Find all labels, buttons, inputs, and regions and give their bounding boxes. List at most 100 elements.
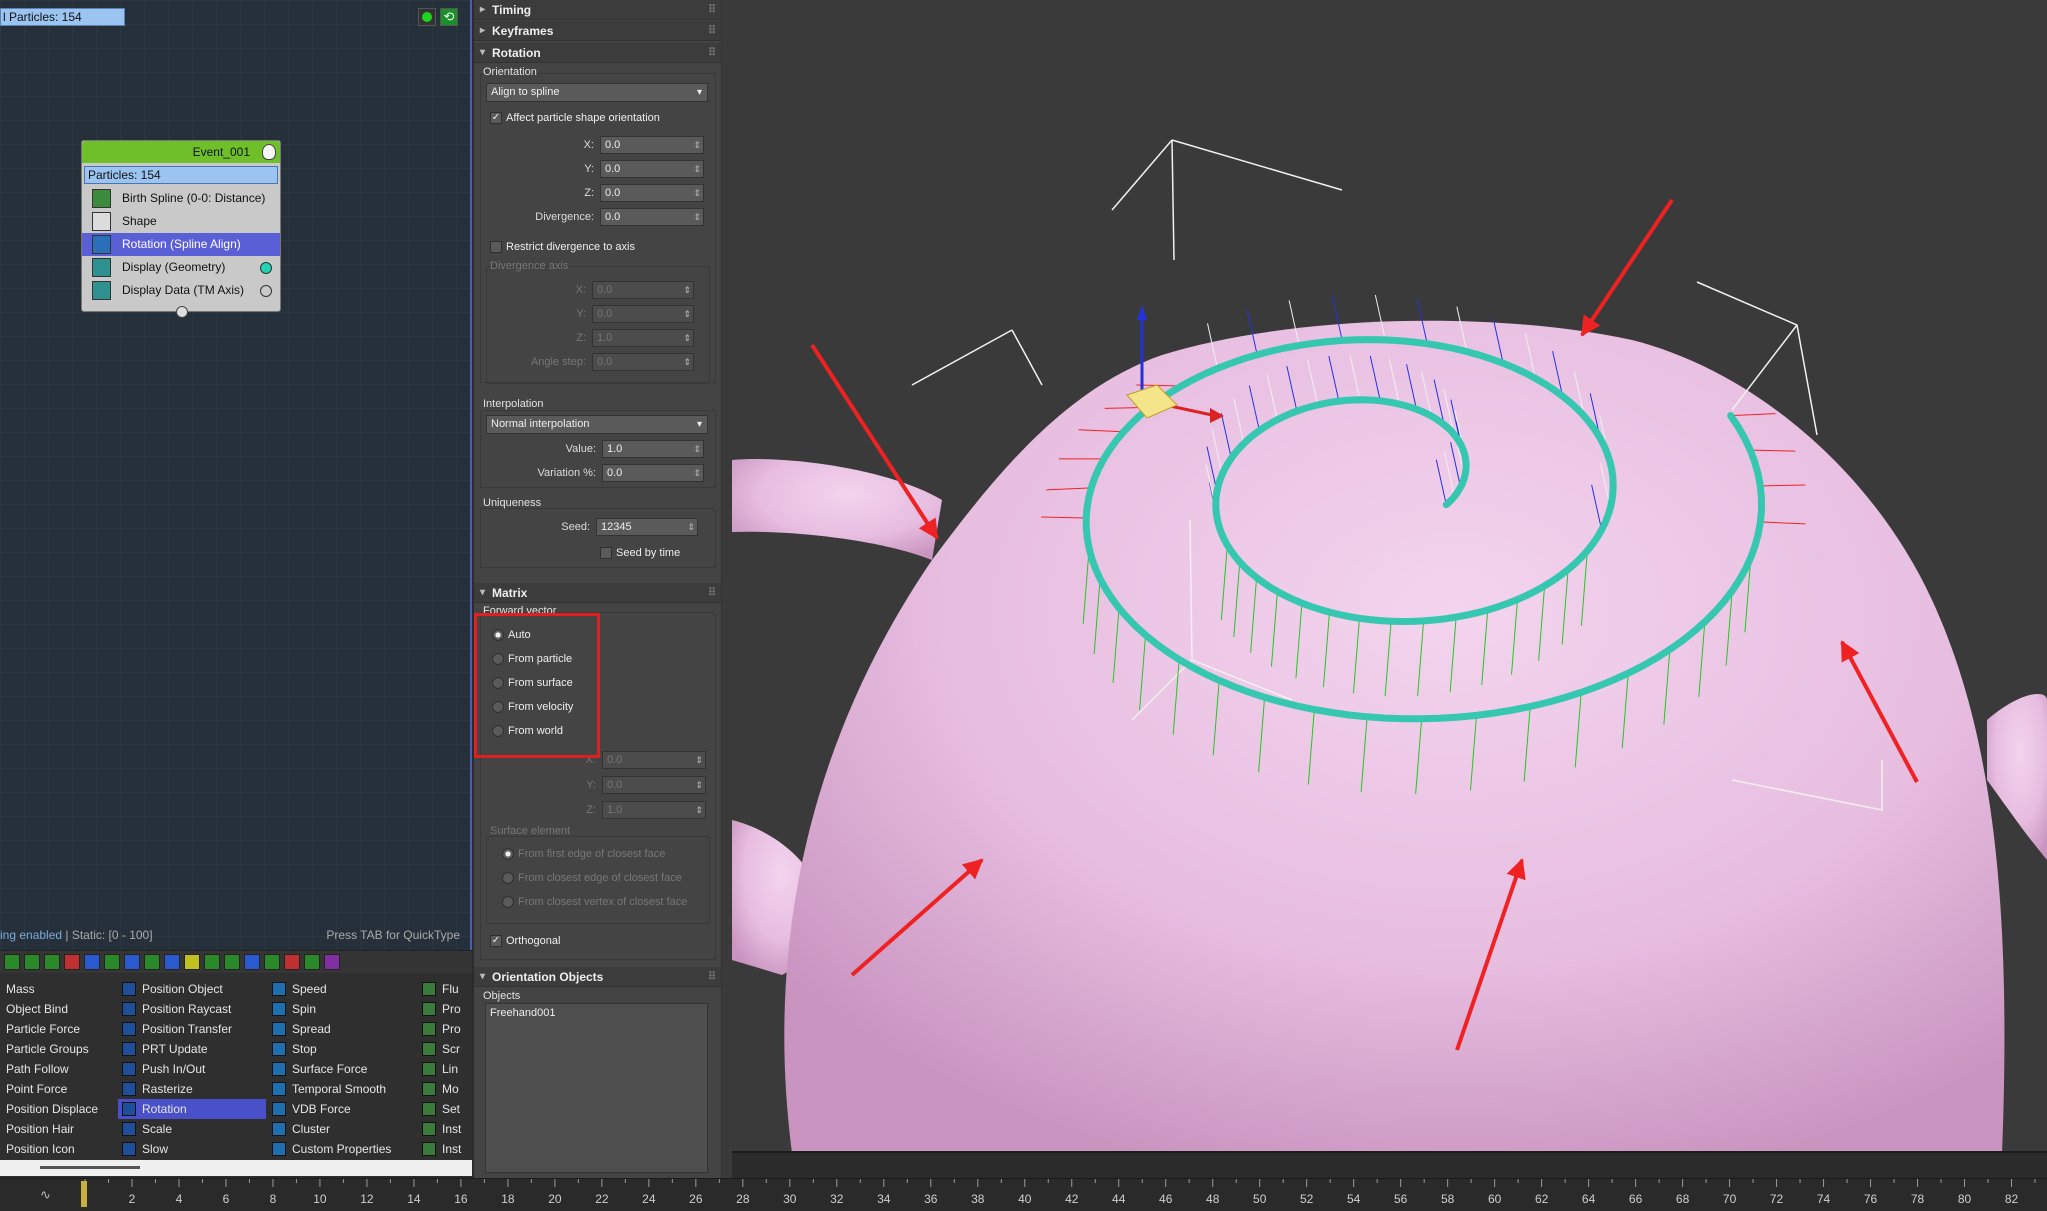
- orthogonal-checkbox[interactable]: Orthogonal: [490, 934, 560, 948]
- depot-item[interactable]: Point Force: [0, 1079, 115, 1099]
- restrict-divergence-checkbox[interactable]: Restrict divergence to axis: [490, 240, 635, 254]
- depot-item[interactable]: Position Hair: [0, 1119, 115, 1139]
- depot-item[interactable]: Pro: [418, 1019, 472, 1039]
- depot-item[interactable]: Mo: [418, 1079, 472, 1099]
- z-spinner[interactable]: 0.0: [600, 184, 704, 202]
- angle-step-spinner[interactable]: 0.0: [592, 353, 694, 371]
- depot-filter-icon[interactable]: [64, 954, 80, 970]
- depot-item[interactable]: Cluster: [268, 1119, 416, 1139]
- depot-item[interactable]: Position Displace: [0, 1099, 115, 1119]
- depot-item[interactable]: Position Raycast: [118, 999, 266, 1019]
- depot-filter-icon[interactable]: [24, 954, 40, 970]
- dax-x-spinner[interactable]: 0.0: [592, 281, 694, 299]
- depot-item[interactable]: Set: [418, 1099, 472, 1119]
- depot-filter-icon[interactable]: [304, 954, 320, 970]
- lightbulb-icon[interactable]: [262, 144, 276, 160]
- depot-item[interactable]: Slow: [118, 1139, 266, 1159]
- depot-filter-icon[interactable]: [4, 954, 20, 970]
- objects-list[interactable]: Freehand001: [485, 1003, 708, 1173]
- depot-item[interactable]: Rasterize: [118, 1079, 266, 1099]
- mx-x-spinner[interactable]: 0.0: [602, 751, 706, 769]
- depot-item[interactable]: Inst: [418, 1139, 472, 1159]
- orientation-dropdown[interactable]: Align to spline: [486, 83, 708, 102]
- root-node-header[interactable]: l Particles: 154: [0, 8, 125, 26]
- refresh-icon[interactable]: ⟲: [440, 8, 458, 26]
- variation-spinner[interactable]: 0.0: [602, 464, 704, 482]
- depot-filter-icon[interactable]: [104, 954, 120, 970]
- interpolation-dropdown[interactable]: Normal interpolation: [486, 415, 708, 434]
- surface-element-radio[interactable]: From closest vertex of closest face: [500, 895, 687, 909]
- surface-element-radio[interactable]: From first edge of closest face: [500, 847, 665, 861]
- value-spinner[interactable]: 1.0: [602, 440, 704, 458]
- operator-row[interactable]: Birth Spline (0-0: Distance): [82, 187, 280, 210]
- rollout-matrix[interactable]: Matrix⠿: [474, 583, 721, 603]
- depot-item[interactable]: Scr: [418, 1039, 472, 1059]
- affect-shape-checkbox[interactable]: Affect particle shape orientation: [490, 111, 660, 125]
- operator-row[interactable]: Display Data (TM Axis): [82, 279, 280, 302]
- depot-item[interactable]: Surface Force: [268, 1059, 416, 1079]
- depot-item[interactable]: Position Transfer: [118, 1019, 266, 1039]
- event-output-socket[interactable]: [176, 306, 188, 318]
- rollout-orientation-objects[interactable]: Orientation Objects⠿: [474, 967, 721, 987]
- particle-view-editor[interactable]: l Particles: 154 ⟲ Event_001 Particles: …: [0, 0, 472, 960]
- rollout-timing[interactable]: Timing⠿: [474, 0, 721, 20]
- mx-z-spinner[interactable]: 1.0: [602, 801, 706, 819]
- depot-item[interactable]: Path Follow: [0, 1059, 115, 1079]
- depot-item[interactable]: Stop: [268, 1039, 416, 1059]
- depot-item[interactable]: Custom Properties: [268, 1139, 416, 1159]
- depot-item[interactable]: Particle Force: [0, 1019, 115, 1039]
- depot-item[interactable]: Position Object: [118, 979, 266, 999]
- depot-item[interactable]: Lin: [418, 1059, 472, 1079]
- depot-item[interactable]: VDB Force: [268, 1099, 416, 1119]
- depot-item[interactable]: PRT Update: [118, 1039, 266, 1059]
- depot-item[interactable]: Spread: [268, 1019, 416, 1039]
- x-spinner[interactable]: 0.0: [600, 136, 704, 154]
- surface-element-radio[interactable]: From closest edge of closest face: [500, 871, 682, 885]
- depot-item[interactable]: Push In/Out: [118, 1059, 266, 1079]
- depot-filter-icon[interactable]: [84, 954, 100, 970]
- depot-item[interactable]: Speed: [268, 979, 416, 999]
- depot-item[interactable]: Rotation: [118, 1099, 266, 1119]
- depot-item[interactable]: Scale: [118, 1119, 266, 1139]
- depot-filter-icon[interactable]: [184, 954, 200, 970]
- dax-z-spinner[interactable]: 1.0: [592, 329, 694, 347]
- depot-filter-icon[interactable]: [264, 954, 280, 970]
- depot-item[interactable]: Object Bind: [0, 999, 115, 1019]
- operator-row[interactable]: Display (Geometry): [82, 256, 280, 279]
- event-node[interactable]: Event_001 Particles: 154 Birth Spline (0…: [81, 140, 281, 318]
- depot-scrollbar[interactable]: [0, 1160, 472, 1176]
- divergence-spinner[interactable]: 0.0: [600, 208, 704, 226]
- depot-scroll-thumb[interactable]: [40, 1166, 140, 1169]
- seed-spinner[interactable]: 12345: [596, 518, 698, 536]
- depot-filter-icon[interactable]: [324, 954, 340, 970]
- seed-by-time-checkbox[interactable]: Seed by time: [600, 546, 680, 560]
- depot-filter-icon[interactable]: [44, 954, 60, 970]
- depot-filter-icon[interactable]: [244, 954, 260, 970]
- depot-filter-icon[interactable]: [204, 954, 220, 970]
- depot-filter-icon[interactable]: [224, 954, 240, 970]
- mx-y-spinner[interactable]: 0.0: [602, 776, 706, 794]
- enable-icon[interactable]: [418, 8, 436, 26]
- rollout-rotation[interactable]: Rotation⠿: [474, 43, 721, 63]
- dax-y-spinner[interactable]: 0.0: [592, 305, 694, 323]
- depot-item[interactable]: Temporal Smooth: [268, 1079, 416, 1099]
- depot-filter-icon[interactable]: [164, 954, 180, 970]
- depot-item[interactable]: Spin: [268, 999, 416, 1019]
- 3d-viewport[interactable]: [732, 0, 2047, 1153]
- depot-filter-icon[interactable]: [284, 954, 300, 970]
- time-slider-handle[interactable]: [81, 1181, 87, 1207]
- depot-item[interactable]: Particle Groups: [0, 1039, 115, 1059]
- depot-item[interactable]: Mass: [0, 979, 115, 999]
- rollout-keyframes[interactable]: Keyframes⠿: [474, 21, 721, 41]
- timeline[interactable]: 2 4 6 8 10 12 14 16 18 20 22 24 26 28 30 32 34 36 38 40 42 44…: [0, 1178, 2047, 1211]
- depot-item[interactable]: Flu: [418, 979, 472, 999]
- operator-row[interactable]: Rotation (Spline Align): [82, 233, 280, 256]
- depot-item[interactable]: Position Icon: [0, 1139, 115, 1159]
- depot-item[interactable]: Pro: [418, 999, 472, 1019]
- depot-filter-icon[interactable]: [124, 954, 140, 970]
- y-spinner[interactable]: 0.0: [600, 160, 704, 178]
- operator-row[interactable]: Shape: [82, 210, 280, 233]
- properties-scrollbar[interactable]: [722, 0, 732, 1178]
- display-color-dot[interactable]: [260, 262, 272, 274]
- depot-filter-icon[interactable]: [144, 954, 160, 970]
